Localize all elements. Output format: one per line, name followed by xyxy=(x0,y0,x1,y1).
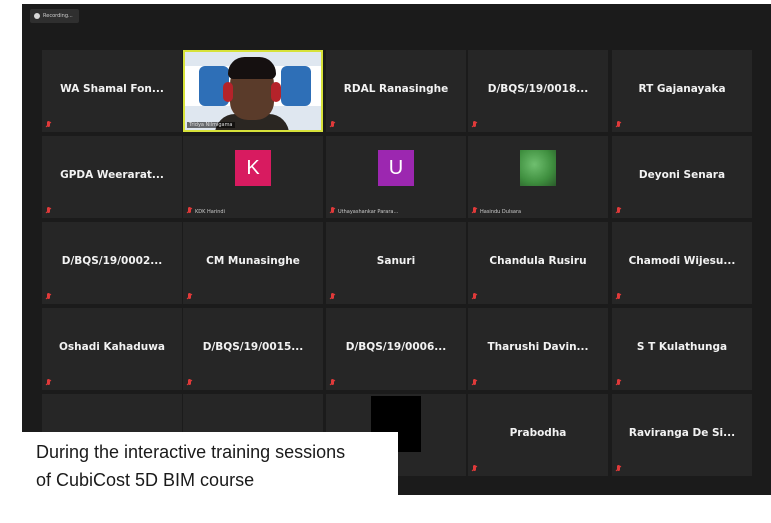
muted-mic-icon xyxy=(187,293,192,300)
participant-tile[interactable]: RT Gajanayaka xyxy=(612,50,752,132)
muted-mic-icon xyxy=(616,207,621,214)
participant-tile[interactable]: K KDK Harindi xyxy=(183,136,323,218)
participant-tile[interactable]: Prabodha xyxy=(468,394,608,476)
meeting-screen: Recording... WA Shamal Fon... Tridya Nilm… xyxy=(22,4,771,495)
participant-tile[interactable]: Oshadi Kahaduwa xyxy=(42,308,182,390)
muted-mic-icon xyxy=(187,379,192,386)
muted-mic-icon xyxy=(187,207,192,214)
muted-mic-icon xyxy=(472,465,477,472)
muted-mic-icon xyxy=(472,121,477,128)
participant-name: RDAL Ranasinghe xyxy=(343,83,449,95)
participant-tile[interactable]: S T Kulathunga xyxy=(612,308,752,390)
background-logo-shape xyxy=(281,66,311,106)
participant-tile[interactable]: Chandula Rusiru xyxy=(468,222,608,304)
muted-mic-icon xyxy=(46,379,51,386)
participant-tile[interactable]: D/BQS/19/0018... xyxy=(468,50,608,132)
participant-name: Raviranga De Si... xyxy=(628,427,736,439)
participant-tile[interactable]: Chamodi Wijesu... xyxy=(612,222,752,304)
muted-mic-icon xyxy=(472,293,477,300)
participant-grid: WA Shamal Fon... Tridya Nilmigama RDAL Ran… xyxy=(22,4,771,495)
participant-tile[interactable]: WA Shamal Fon... xyxy=(42,50,182,132)
participant-label: Uthayashankar Parara... xyxy=(338,209,399,215)
participant-video xyxy=(185,52,321,130)
caption-box: During the interactive training sessions… xyxy=(22,432,398,521)
participant-tile[interactable]: D/BQS/19/0002... xyxy=(42,222,182,304)
participant-name: D/BQS/19/0015... xyxy=(202,341,304,353)
muted-mic-icon xyxy=(330,379,335,386)
caption-line-1: During the interactive training sessions xyxy=(36,442,346,462)
muted-mic-icon xyxy=(616,121,621,128)
participant-tile[interactable]: RDAL Ranasinghe xyxy=(326,50,466,132)
muted-mic-icon xyxy=(46,293,51,300)
muted-mic-icon xyxy=(472,379,477,386)
participant-label: Hasindu Dulsara xyxy=(480,209,522,215)
muted-mic-icon xyxy=(616,293,621,300)
participant-name: RT Gajanayaka xyxy=(638,83,726,95)
participant-name: WA Shamal Fon... xyxy=(60,83,164,95)
participant-tile[interactable]: CM Munasinghe xyxy=(183,222,323,304)
muted-mic-icon xyxy=(616,379,621,386)
headphone-icon xyxy=(271,82,281,102)
participant-tile[interactable]: Raviranga De Si... xyxy=(612,394,752,476)
participant-tile[interactable]: D/BQS/19/0006... xyxy=(326,308,466,390)
participant-avatar: U xyxy=(378,150,414,186)
participant-tile[interactable]: U Uthayashankar Parara... xyxy=(326,136,466,218)
participant-name: CM Munasinghe xyxy=(206,255,300,267)
participant-name: GPDA Weerarat... xyxy=(60,169,164,181)
participant-name: D/BQS/19/0018... xyxy=(487,83,589,95)
participant-tile[interactable]: Tharushi Davin... xyxy=(468,308,608,390)
participant-name: Oshadi Kahaduwa xyxy=(58,341,166,353)
participant-name: S T Kulathunga xyxy=(636,341,728,353)
participant-tile[interactable]: Sanuri xyxy=(326,222,466,304)
participant-name: D/BQS/19/0006... xyxy=(345,341,447,353)
muted-mic-icon xyxy=(330,121,335,128)
participant-name: Tharushi Davin... xyxy=(487,341,589,353)
participant-label: KDK Harindi xyxy=(195,209,225,215)
participant-tile[interactable]: Hasindu Dulsara xyxy=(468,136,608,218)
participant-name: D/BQS/19/0002... xyxy=(61,255,163,267)
muted-mic-icon xyxy=(330,207,335,214)
participant-avatar: K xyxy=(235,150,271,186)
participant-name: Sanuri xyxy=(376,255,416,267)
muted-mic-icon xyxy=(46,121,51,128)
muted-mic-icon xyxy=(46,207,51,214)
participant-tile[interactable]: Deyoni Senara xyxy=(612,136,752,218)
participant-name: Deyoni Senara xyxy=(638,169,726,181)
muted-mic-icon xyxy=(616,465,621,472)
participant-video-label: Tridya Nilmigama xyxy=(187,122,235,128)
participant-tile[interactable]: Tridya Nilmigama xyxy=(183,50,323,132)
muted-mic-icon xyxy=(472,207,477,214)
person-hair xyxy=(228,57,276,79)
participant-tile[interactable]: GPDA Weerarat... xyxy=(42,136,182,218)
headphone-icon xyxy=(223,82,233,102)
participant-name: Prabodha xyxy=(509,427,567,439)
participant-name: Chandula Rusiru xyxy=(489,255,587,267)
participant-tile[interactable]: D/BQS/19/0015... xyxy=(183,308,323,390)
caption-line-2: of CubiCost 5D BIM course xyxy=(36,470,255,490)
muted-mic-icon xyxy=(330,293,335,300)
participant-name: Chamodi Wijesu... xyxy=(628,255,736,267)
participant-avatar xyxy=(520,150,556,186)
